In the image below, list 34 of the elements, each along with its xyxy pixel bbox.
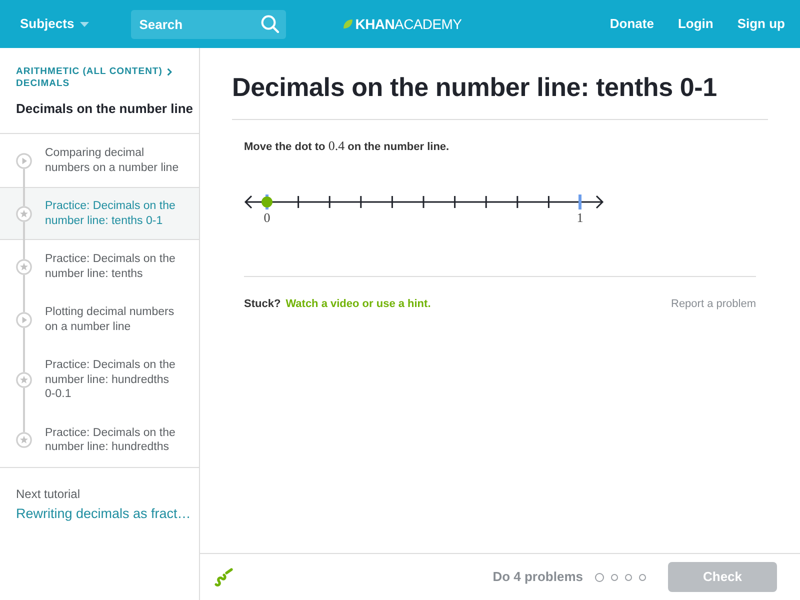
question-text: Move the dot to 0.4 on the number line. [244,138,450,155]
tutorial-title: Decimals on the number line [16,101,194,117]
sidebar-item[interactable]: Practice: Decimals on the number line: tenths 0-1 [0,187,199,240]
subjects-menu[interactable]: Subjects [20,16,90,32]
scribble-icon[interactable] [213,567,234,587]
draggable-dot[interactable] [262,196,272,208]
nav-link[interactable]: Login [678,16,714,32]
endpoint-marker [578,194,582,210]
logo[interactable]: KHANACADEMY [343,16,462,32]
sidebar-item[interactable]: Comparing decimal numbers on a number line [0,134,199,187]
sidebar-item[interactable]: Practice: Decimals on the number line: hundredths 0-0.1 [0,346,199,414]
tick-label: 1 [576,210,584,225]
sidebar-item[interactable]: Practice: Decimals on the number line: tenths [0,240,199,293]
nav-link[interactable]: Sign up [737,16,785,32]
breadcrumb-link[interactable]: DECIMALS [16,78,70,90]
exercise-title: Decimals on the number line: tenths 0-1 [232,72,718,103]
next-tutorial-label: Next tutorial [16,486,82,502]
search-field[interactable]: Search [131,10,286,38]
sidebar-item[interactable]: Practice: Decimals on the number line: hundredths [0,414,199,466]
caret-icon [80,22,90,26]
tick-label: 0 [264,210,270,225]
next-tutorial-link[interactable]: Rewriting decimals as fract… [16,504,191,522]
task-label: Do 4 problems [492,569,583,585]
stuck-label: Stuck? [244,297,281,312]
report-link[interactable]: Report a problem [671,296,756,312]
leaf-icon [343,19,354,29]
hint-link[interactable]: Watch a video or use a hint. [286,296,431,312]
play-icon [16,152,32,168]
chevron-icon [167,68,172,76]
sidebar-item[interactable]: Plotting decimal numbers on a number line [0,293,199,346]
breadcrumb-link[interactable]: ARITHMETIC (ALL CONTENT) [16,66,162,78]
nav-link[interactable]: Donate [610,16,654,32]
play-icon [16,312,32,328]
search-icon [261,15,280,33]
